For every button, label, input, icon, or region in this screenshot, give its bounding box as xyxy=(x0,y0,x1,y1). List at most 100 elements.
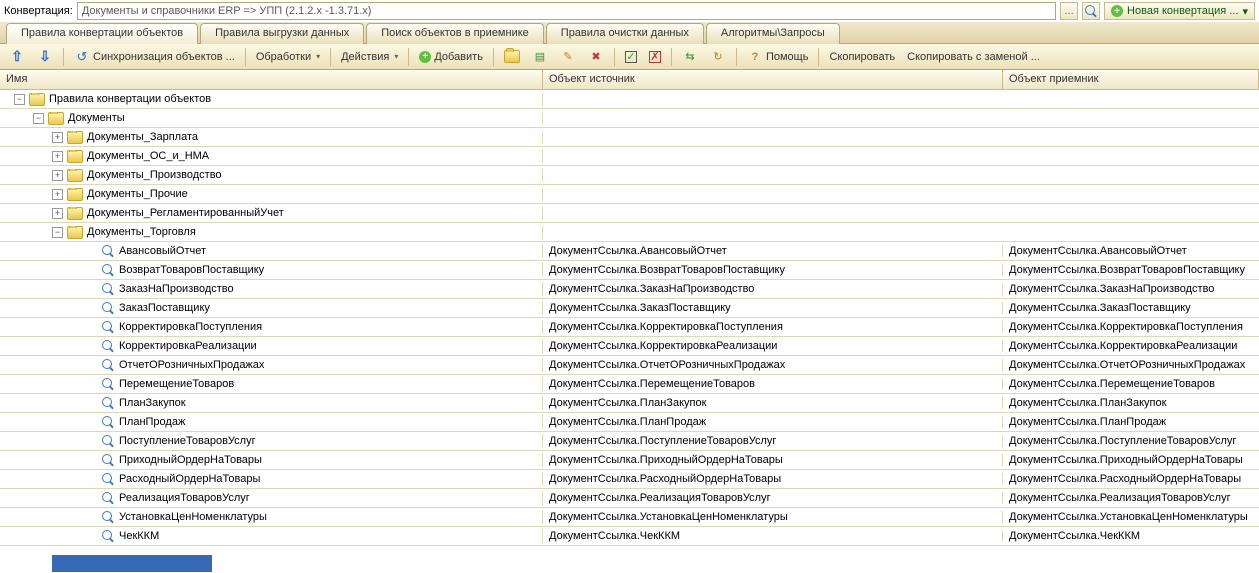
tree[interactable]: −Правила конвертации объектов−Документы+… xyxy=(0,90,1259,554)
delete-button[interactable]: ✖ xyxy=(583,47,609,67)
cell-source: ДокументСсылка.ПриходныйОрдерНаТовары xyxy=(543,454,1003,466)
tree-folder[interactable]: −Правила конвертации объектов xyxy=(0,90,1259,109)
cell-dest: ДокументСсылка.КорректировкаПоступления xyxy=(1003,321,1259,333)
expander-icon[interactable]: + xyxy=(52,132,63,143)
folder-icon xyxy=(48,112,64,125)
tree-item[interactable]: ЧекККМДокументСсылка.ЧекККМДокументСсылк… xyxy=(0,527,1259,546)
new-conversion-button[interactable]: + Новая конвертация ... ▾ xyxy=(1104,2,1255,20)
cell-dest: ДокументСсылка.ЗаказНаПроизводство xyxy=(1003,283,1259,295)
cell-source: ДокументСсылка.ОтчетОРозничныхПродажах xyxy=(543,359,1003,371)
node-label: ПриходныйОрдерНаТовары xyxy=(119,454,262,466)
copy-button[interactable]: Скопировать xyxy=(824,47,900,67)
column-dest[interactable]: Объект приемник xyxy=(1003,70,1259,89)
add-folder-button[interactable] xyxy=(499,47,525,67)
expander-icon[interactable]: + xyxy=(52,189,63,200)
tree-item[interactable]: КорректировкаПоступления ДокументСсылка.К… xyxy=(0,318,1259,337)
tree-item[interactable]: ПеремещениеТоваровДокументСсылка.Перемещ… xyxy=(0,375,1259,394)
node-label: РасходныйОрдерНаТовары xyxy=(119,473,260,485)
tree-item[interactable]: ЗаказНаПроизводствоДокументСсылка.ЗаказН… xyxy=(0,280,1259,299)
expander-icon[interactable]: + xyxy=(52,151,63,162)
folder-icon xyxy=(504,50,520,63)
cell-dest: ДокументСсылка.УстановкаЦенНоменклатуры xyxy=(1003,511,1259,523)
tree-item[interactable]: ПланПродажДокументСсылка.ПланПродажДокум… xyxy=(0,413,1259,432)
toolbar: ⇧ ⇩ ↺ Синхронизация объектов ... Обработ… xyxy=(0,44,1259,70)
edit-button[interactable]: ✎ xyxy=(555,47,581,67)
folder-icon xyxy=(67,207,83,220)
item-icon xyxy=(101,529,115,543)
tab-search[interactable]: Поиск объектов в приемнике xyxy=(366,23,544,44)
toggle-button[interactable]: ⇆ xyxy=(677,47,703,67)
search-icon[interactable] xyxy=(1082,2,1100,20)
refresh-icon: ↻ xyxy=(710,49,726,65)
tab-export[interactable]: Правила выгрузки данных xyxy=(200,23,364,44)
node-label: УстановкаЦенНоменклатуры xyxy=(119,511,267,523)
tree-item[interactable]: ЗаказПоставщикуДокументСсылка.ЗаказПоста… xyxy=(0,299,1259,318)
tree-item[interactable]: КорректировкаРеализацииДокументСсылка.Ко… xyxy=(0,337,1259,356)
help-button[interactable]: ? Помощь xyxy=(742,47,814,67)
item-icon xyxy=(101,472,115,486)
processing-button[interactable]: Обработки▾ xyxy=(251,47,325,67)
tree-folder[interactable]: −Документы xyxy=(0,109,1259,128)
node-label: ВозвратТоваровПоставщику xyxy=(119,264,264,276)
cell-dest: ДокументСсылка.РасходныйОрдерНаТовары xyxy=(1003,473,1259,485)
column-name[interactable]: Имя xyxy=(0,70,543,89)
cell-dest: ДокументСсылка.ПланПродаж xyxy=(1003,416,1259,428)
tab-cleanup[interactable]: Правила очистки данных xyxy=(546,23,704,44)
expander-icon[interactable]: + xyxy=(52,208,63,219)
check-all-button[interactable]: ✓ xyxy=(620,47,642,67)
tree-folder[interactable]: +Документы_Зарплата xyxy=(0,128,1259,147)
item-icon xyxy=(101,301,115,315)
tab-objects[interactable]: Правила конвертации объектов xyxy=(6,23,198,44)
copy-replace-button[interactable]: Скопировать с заменой ... xyxy=(902,47,1045,67)
move-down-button[interactable]: ⇩ xyxy=(32,47,58,67)
node-label: КорректировкаПоступления xyxy=(119,321,262,333)
move-up-button[interactable]: ⇧ xyxy=(4,47,30,67)
tree-folder[interactable]: +Документы_Производство xyxy=(0,166,1259,185)
tree-folder[interactable]: +Документы_ОС_и_НМА xyxy=(0,147,1259,166)
cell-source: ДокументСсылка.КорректировкаРеализации xyxy=(543,340,1003,352)
tree-item[interactable]: УстановкаЦенНоменклатуры ДокументСсылка.У… xyxy=(0,508,1259,527)
cell-dest: ДокументСсылка.ВозвратТоваровПоставщику xyxy=(1003,264,1259,276)
tree-item[interactable]: РасходныйОрдерНаТовары ДокументСсылка.Рас… xyxy=(0,470,1259,489)
item-icon xyxy=(101,282,115,296)
item-icon xyxy=(101,339,115,353)
check-icon: ✓ xyxy=(625,51,637,63)
tree-folder[interactable]: −Документы_Торговля xyxy=(0,223,1259,242)
add-doc-button[interactable]: ▤ xyxy=(527,47,553,67)
help-icon: ? xyxy=(747,49,763,65)
cell-source: ДокументСсылка.ПланЗакупок xyxy=(543,397,1003,409)
expander-icon[interactable]: − xyxy=(52,227,63,238)
expander-icon[interactable]: − xyxy=(14,94,25,105)
cell-source: ДокументСсылка.ПланПродаж xyxy=(543,416,1003,428)
tree-item[interactable]: ВозвратТоваровПоставщику ДокументСсылка.В… xyxy=(0,261,1259,280)
tree-folder[interactable]: +Документы_РегламентированныйУчет xyxy=(0,204,1259,223)
add-button[interactable]: + Добавить xyxy=(414,47,488,67)
actions-button[interactable]: Действия▾ xyxy=(336,47,403,67)
item-icon xyxy=(101,320,115,334)
tree-item[interactable]: ПриходныйОрдерНаТовары ДокументСсылка.При… xyxy=(0,451,1259,470)
folder-icon xyxy=(67,169,83,182)
cell-source: ДокументСсылка.ЧекККМ xyxy=(543,530,1003,542)
uncheck-all-button[interactable]: ✗ xyxy=(644,47,666,67)
refresh-button[interactable]: ↻ xyxy=(705,47,731,67)
conversion-input[interactable] xyxy=(77,2,1056,20)
expander-icon[interactable]: − xyxy=(33,113,44,124)
node-label: Документы_Прочие xyxy=(87,188,188,200)
tree-item[interactable]: ОтчетОРозничныхПродажахДокументСсылка.От… xyxy=(0,356,1259,375)
tab-algorithms[interactable]: Алгоритмы\Запросы xyxy=(706,23,840,44)
cell-dest: ДокументСсылка.КорректировкаРеализации xyxy=(1003,340,1259,352)
tree-item[interactable]: ПоступлениеТоваровУслугДокументСсылка.По… xyxy=(0,432,1259,451)
cell-source: ДокументСсылка.АвансовыйОтчет xyxy=(543,245,1003,257)
column-source[interactable]: Объект источник xyxy=(543,70,1003,89)
add-label: Добавить xyxy=(434,51,483,63)
item-icon xyxy=(101,491,115,505)
tree-folder[interactable]: + Документы_Прочие xyxy=(0,185,1259,204)
tree-item[interactable]: ПланЗакупокДокументСсылка.ПланЗакупокДок… xyxy=(0,394,1259,413)
tree-item[interactable]: РеализацияТоваровУслугДокументСсылка.Реа… xyxy=(0,489,1259,508)
tree-item[interactable]: АвансовыйОтчетДокументСсылка.АвансовыйОт… xyxy=(0,242,1259,261)
ellipsis-button[interactable]: ... xyxy=(1060,2,1078,20)
tabs: Правила конвертации объектов Правила выг… xyxy=(0,22,1259,44)
sync-button[interactable]: ↺ Синхронизация объектов ... xyxy=(69,47,240,67)
expander-icon[interactable]: + xyxy=(52,170,63,181)
chevron-down-icon: ▾ xyxy=(1242,5,1248,18)
